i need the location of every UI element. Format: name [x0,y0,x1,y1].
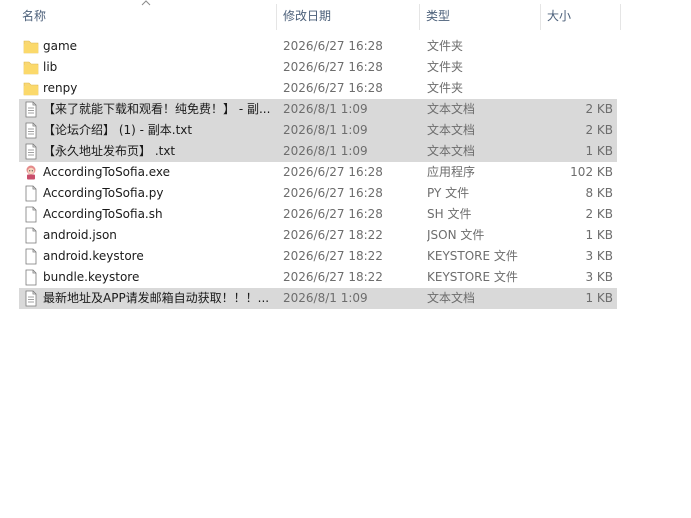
file-size [539,36,613,57]
file-icon [23,206,39,223]
file-row[interactable]: 最新地址及APP请发邮箱自动获取！！！... 2026/8/1 1:09 文本文档 1… [19,288,617,309]
file-row[interactable]: android.json 2026/6/27 18:22 JSON 文件 1 KB [19,225,617,246]
file-size: 3 KB [585,270,613,284]
text-file-icon [23,290,39,307]
file-icon [23,227,39,244]
column-header-date[interactable]: 修改日期 [279,0,419,33]
file-modified-date: 2026/6/27 16:28 [283,186,383,200]
folder-icon [23,38,39,55]
file-row[interactable]: AccordingToSofia.sh 2026/6/27 16:28 SH 文件 2… [19,204,617,225]
file-type: 文本文档 [427,102,476,116]
file-type: 应用程序 [427,165,476,179]
file-name: 【来了就能下载和观看！纯免费！】 - 副... [43,102,271,116]
file-size: 1 KB [585,228,613,242]
file-type: PY 文件 [427,186,470,200]
text-file-icon [23,122,39,139]
file-size: 3 KB [585,249,613,263]
file-type: 文件夹 [427,60,464,74]
column-header-type[interactable]: 类型 [422,0,540,33]
column-divider[interactable] [276,4,277,30]
column-header-type-label: 类型 [426,9,451,23]
file-name: 【永久地址发布页】 .txt [43,144,176,158]
file-type: JSON 文件 [427,228,485,242]
file-row[interactable]: bundle.keystore 2026/6/27 18:22 KEYSTORE 文… [19,267,617,288]
file-size [539,78,613,99]
file-size [539,57,613,78]
file-size: 2 KB [585,102,613,116]
column-header-name-label: 名称 [22,9,47,23]
file-modified-date: 2026/8/1 1:09 [283,144,368,158]
column-header-date-label: 修改日期 [283,9,332,23]
file-name: AccordingToSofia.sh [43,207,163,221]
file-type: SH 文件 [427,207,472,221]
file-size: 1 KB [585,291,613,305]
file-modified-date: 2026/6/27 18:22 [283,270,383,284]
file-size: 8 KB [585,186,613,200]
folder-icon [23,80,39,97]
column-divider[interactable] [540,4,541,30]
file-size: 2 KB [585,207,613,221]
file-name: game [43,39,78,53]
file-row[interactable]: android.keystore 2026/6/27 18:22 KEYSTORE … [19,246,617,267]
text-file-icon [23,143,39,160]
file-name: android.keystore [43,249,144,263]
file-row[interactable]: AccordingToSofia.py 2026/6/27 16:28 PY 文件 8… [19,183,617,204]
file-modified-date: 2026/6/27 16:28 [283,39,383,53]
file-name: AccordingToSofia.py [43,186,164,200]
file-row[interactable]: 【论坛介绍】 (1) - 副本.txt 2026/8/1 1:09 文本文档 2 KB [19,120,617,141]
file-name: bundle.keystore [43,270,140,284]
file-modified-date: 2026/8/1 1:09 [283,102,368,116]
file-name: android.json [43,228,117,242]
file-type: KEYSTORE 文件 [427,270,518,284]
file-name: 最新地址及APP请发邮箱自动获取！！！... [43,291,270,305]
file-modified-date: 2026/6/27 18:22 [283,228,383,242]
folder-icon [23,59,39,76]
column-header-size-label: 大小 [547,9,572,23]
file-name: lib [43,60,58,74]
file-row[interactable]: 【来了就能下载和观看！纯免费！】 - 副... 2026/8/1 1:09 文本文档… [19,99,617,120]
file-modified-date: 2026/6/27 16:28 [283,165,383,179]
file-row[interactable]: game 2026/6/27 16:28 文件夹 [19,36,617,57]
file-size: 102 KB [570,165,613,179]
column-divider[interactable] [620,4,621,30]
file-row[interactable]: AccordingToSofia.exe 2026/6/27 16:28 应用程序 1… [19,162,617,183]
app-icon [23,164,39,181]
file-modified-date: 2026/6/27 18:22 [283,249,383,263]
file-row[interactable]: lib 2026/6/27 16:28 文件夹 [19,57,617,78]
file-modified-date: 2026/8/1 1:09 [283,291,368,305]
file-modified-date: 2026/8/1 1:09 [283,123,368,137]
file-type: 文本文档 [427,144,476,158]
file-size: 2 KB [585,123,613,137]
column-divider[interactable] [419,4,420,30]
file-row[interactable]: renpy 2026/6/27 16:28 文件夹 [19,78,617,99]
file-size: 1 KB [585,144,613,158]
file-name: 【论坛介绍】 (1) - 副本.txt [43,123,193,137]
file-type: 文本文档 [427,123,476,137]
file-type: 文件夹 [427,81,464,95]
file-type: 文本文档 [427,291,476,305]
file-icon [23,248,39,265]
column-header-size[interactable]: 大小 [543,0,620,33]
sort-ascending-icon [141,0,151,6]
file-modified-date: 2026/6/27 16:28 [283,207,383,221]
text-file-icon [23,101,39,118]
file-type: KEYSTORE 文件 [427,249,518,263]
file-modified-date: 2026/6/27 16:28 [283,60,383,74]
file-icon [23,269,39,286]
file-type: 文件夹 [427,39,464,53]
file-name: AccordingToSofia.exe [43,165,171,179]
file-icon [23,185,39,202]
file-name: renpy [43,81,78,95]
file-modified-date: 2026/6/27 16:28 [283,81,383,95]
file-row[interactable]: 【永久地址发布页】 .txt 2026/8/1 1:09 文本文档 1 KB [19,141,617,162]
column-header-bar: 名称 修改日期 类型 大小 [0,0,691,33]
